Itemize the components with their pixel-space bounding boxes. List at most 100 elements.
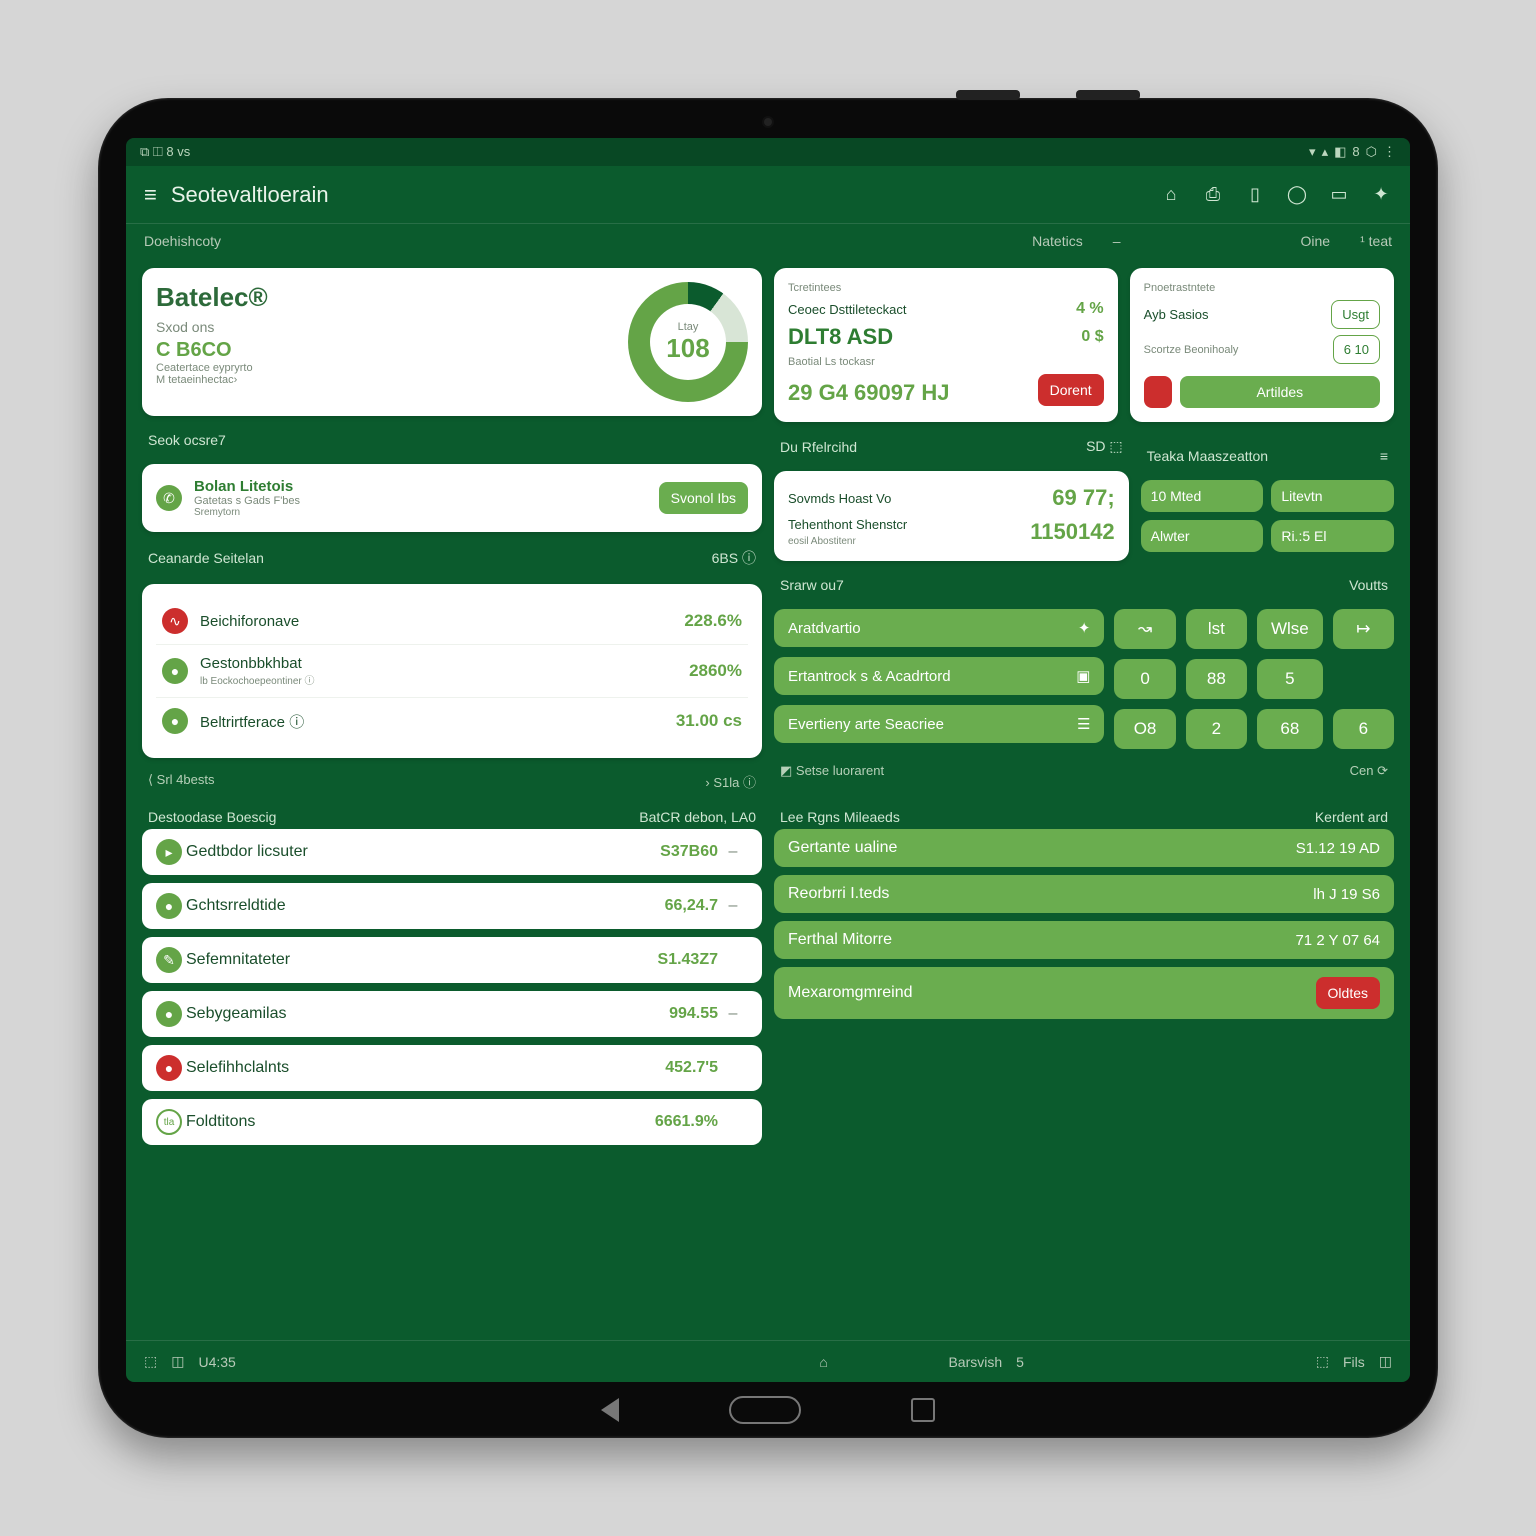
table-row[interactable]: ●Gchtsrreldtide66,24.7– xyxy=(142,883,762,929)
headphones-icon[interactable]: ⌂ xyxy=(1160,184,1182,206)
table-row[interactable]: ▸Gedtbdor licsuterS37B60– xyxy=(142,829,762,875)
row-icon: tla xyxy=(156,1109,182,1135)
tab-dashboard[interactable]: Doehishcoty xyxy=(144,233,221,249)
transactions-list: ▸Gedtbdor licsuterS37B60– ●Gchtsrreldtid… xyxy=(142,829,762,1153)
bookmark-icon[interactable]: ▯ xyxy=(1244,184,1266,206)
grid-cell[interactable]: 5 xyxy=(1257,659,1323,699)
grid-cell[interactable]: Wlse xyxy=(1257,609,1323,649)
table-row[interactable]: ●Sebygeamilas994.55– xyxy=(142,991,762,1037)
stats-card-a: Tcretintees Ceoec Dsttileteckact4 % DLT8… xyxy=(774,268,1118,422)
grid-cell[interactable]: 6 xyxy=(1333,709,1394,749)
home-icon[interactable]: ⌂ xyxy=(819,1354,827,1370)
phone-icon: ✆ xyxy=(156,485,182,511)
footer-icon[interactable]: ⬚ xyxy=(1316,1353,1329,1370)
grid-cell[interactable]: ↝ xyxy=(1114,609,1175,649)
grid-cell[interactable]: 2 xyxy=(1186,709,1247,749)
status-bar: ⧉ ◫ 8 vs ▾ ▴ ◧ 8 ⬡ ⋮ xyxy=(126,138,1410,166)
tip-icon[interactable]: ◯ xyxy=(1286,184,1308,206)
oldtes-button[interactable]: Oldtes xyxy=(1316,977,1380,1009)
stats-card-b: Pnoetrastntete Ayb SasiosUsgt Scortze Be… xyxy=(1130,268,1394,422)
tab-notices[interactable]: Natetics xyxy=(1032,233,1083,249)
hero-code: C B6CO xyxy=(156,339,612,362)
app-bar: ≡ Seotevaltloerain ⌂ ⎙ ▯ ◯ ▭ ✦ xyxy=(126,166,1410,224)
footer-icon[interactable]: ⬚ xyxy=(144,1353,157,1370)
dorent-button[interactable]: Dorent xyxy=(1038,374,1104,406)
table-row[interactable]: Ferthal Mitorre71 2 Y 07 64 xyxy=(774,921,1394,959)
home-hw-icon[interactable] xyxy=(729,1396,801,1424)
kv-card: Sovmds Hoast Vo69 77; Tehenthont Shenstc… xyxy=(774,471,1129,561)
hw-button xyxy=(956,90,1020,100)
stat-row[interactable]: Evertieny arte Seacriee☰ xyxy=(774,705,1104,743)
donut-label: Ltay xyxy=(666,321,709,333)
status-icon: ● xyxy=(162,658,188,684)
tab-teat[interactable]: ¹ teat xyxy=(1360,233,1392,249)
grid-cell[interactable]: O8 xyxy=(1114,709,1175,749)
grid-tile[interactable]: 10 Mted xyxy=(1141,480,1264,512)
table-row[interactable]: tlaFoldtitons6661.9% xyxy=(142,1099,762,1145)
donut-value: 108 xyxy=(666,333,709,363)
section-label: Ceanarde Seitelan 6BS ⓘ xyxy=(142,544,762,572)
row-icon: ✎ xyxy=(156,947,182,973)
stat-row[interactable]: Ertantrock s & Acadrtord▣ xyxy=(774,657,1104,695)
status-icon: ● xyxy=(162,708,188,734)
footer-files[interactable]: Fils xyxy=(1343,1354,1365,1370)
settings-icon[interactable]: ✦ xyxy=(1370,184,1392,206)
quick-action-card: ✆ Bolan Litetois Gatetas s Gads F'bes Sr… xyxy=(142,464,762,532)
row-icon: ▸ xyxy=(156,839,182,865)
qa-sub: Gatetas s Gads F'bes xyxy=(194,495,300,507)
back-hw-icon[interactable] xyxy=(601,1398,619,1422)
hero-card: Batelec® Sxod ons C B6CO Ceatertace eypr… xyxy=(142,268,762,416)
footer-count: 5 xyxy=(1016,1354,1024,1370)
hero-tiny1: Ceatertace eypryrto xyxy=(156,362,612,374)
footer-icon[interactable]: ◫ xyxy=(171,1353,184,1370)
hw-nav xyxy=(601,1396,935,1424)
printer-icon[interactable]: ⎙ xyxy=(1202,184,1224,206)
grid-tile[interactable]: Alwter xyxy=(1141,520,1264,552)
collapse-icon[interactable]: – xyxy=(1113,233,1121,249)
footer-icon[interactable]: ◫ xyxy=(1379,1353,1392,1370)
tab-one[interactable]: Oine xyxy=(1301,233,1331,249)
grid-cell[interactable]: ↦ xyxy=(1333,609,1394,649)
grid-cell[interactable]: 88 xyxy=(1186,659,1247,699)
grid-cell[interactable]: lst xyxy=(1186,609,1247,649)
metrics-list: ∿ Beichiforonave 228.6% ● Gestonbbkhbatl… xyxy=(142,584,762,758)
grid-cell[interactable]: 0 xyxy=(1114,659,1175,699)
recent-hw-icon[interactable] xyxy=(911,1398,935,1422)
hw-button xyxy=(1076,90,1140,100)
table-row[interactable]: Gertante ualineS1.12 19 AD xyxy=(774,829,1394,867)
footer-bar: ⬚ ◫ U4:35 ⌂ Barsvish 5 ⬚ Fils ◫ xyxy=(126,1340,1410,1382)
table-row[interactable]: Reorbrri I.tedslh J 19 S6 xyxy=(774,875,1394,913)
row-icon: ● xyxy=(156,1055,182,1081)
grid-cell[interactable]: 68 xyxy=(1257,709,1323,749)
list-item[interactable]: ● Beltrirtferace ⓘ 31.00 cs xyxy=(156,697,748,744)
hero-sub: Sxod ons xyxy=(156,319,612,335)
grid-tile[interactable]: Litevtn xyxy=(1271,480,1394,512)
articles-button[interactable]: Artildes xyxy=(1180,376,1380,408)
app-screen: ⧉ ◫ 8 vs ▾ ▴ ◧ 8 ⬡ ⋮ ≡ Seotevaltloerain … xyxy=(126,138,1410,1382)
donut-chart: Ltay 108 xyxy=(628,282,748,402)
row-icon: ● xyxy=(156,893,182,919)
front-camera xyxy=(762,116,774,128)
svonol-button[interactable]: Svonol Ibs xyxy=(659,482,748,514)
tablet-frame: ⧉ ◫ 8 vs ▾ ▴ ◧ 8 ⬡ ⋮ ≡ Seotevaltloerain … xyxy=(98,98,1438,1438)
table-row[interactable]: ●Selefihhclalnts452.7'5 xyxy=(142,1045,762,1091)
table-row[interactable]: ✎SefemnitateterS1.43Z7 xyxy=(142,937,762,983)
list-item[interactable]: ∿ Beichiforonave 228.6% xyxy=(156,598,748,644)
qa-title: Bolan Litetois xyxy=(194,478,300,495)
footer-label: Barsvish xyxy=(948,1354,1002,1370)
section-label: Seok ocsre7 xyxy=(142,428,762,452)
section-tabs: Doehishcoty Natetics – Oine ¹ teat xyxy=(126,224,1410,258)
list-footer: ⟨ Srl 4bests › S1la ⓘ xyxy=(142,770,762,793)
stat-row[interactable]: Aratdvartio✦ xyxy=(774,609,1104,647)
status-left: ⧉ ◫ 8 vs xyxy=(140,144,190,160)
flag-icon[interactable] xyxy=(1144,376,1172,408)
table-row[interactable]: MexaromgmreindOldtes xyxy=(774,967,1394,1019)
status-icon: ∿ xyxy=(162,608,188,634)
display-icon[interactable]: ▭ xyxy=(1328,184,1350,206)
milestones-list: Gertante ualineS1.12 19 AD Reorbrri I.te… xyxy=(774,829,1394,1027)
content: Batelec® Sxod ons C B6CO Ceatertace eypr… xyxy=(126,258,1410,1340)
footer-time: U4:35 xyxy=(198,1354,235,1370)
menu-icon[interactable]: ≡ xyxy=(144,182,157,208)
grid-tile[interactable]: Ri.:5 El xyxy=(1271,520,1394,552)
list-item[interactable]: ● Gestonbbkhbatlb Eockochoepeontiner ⓘ 2… xyxy=(156,644,748,697)
